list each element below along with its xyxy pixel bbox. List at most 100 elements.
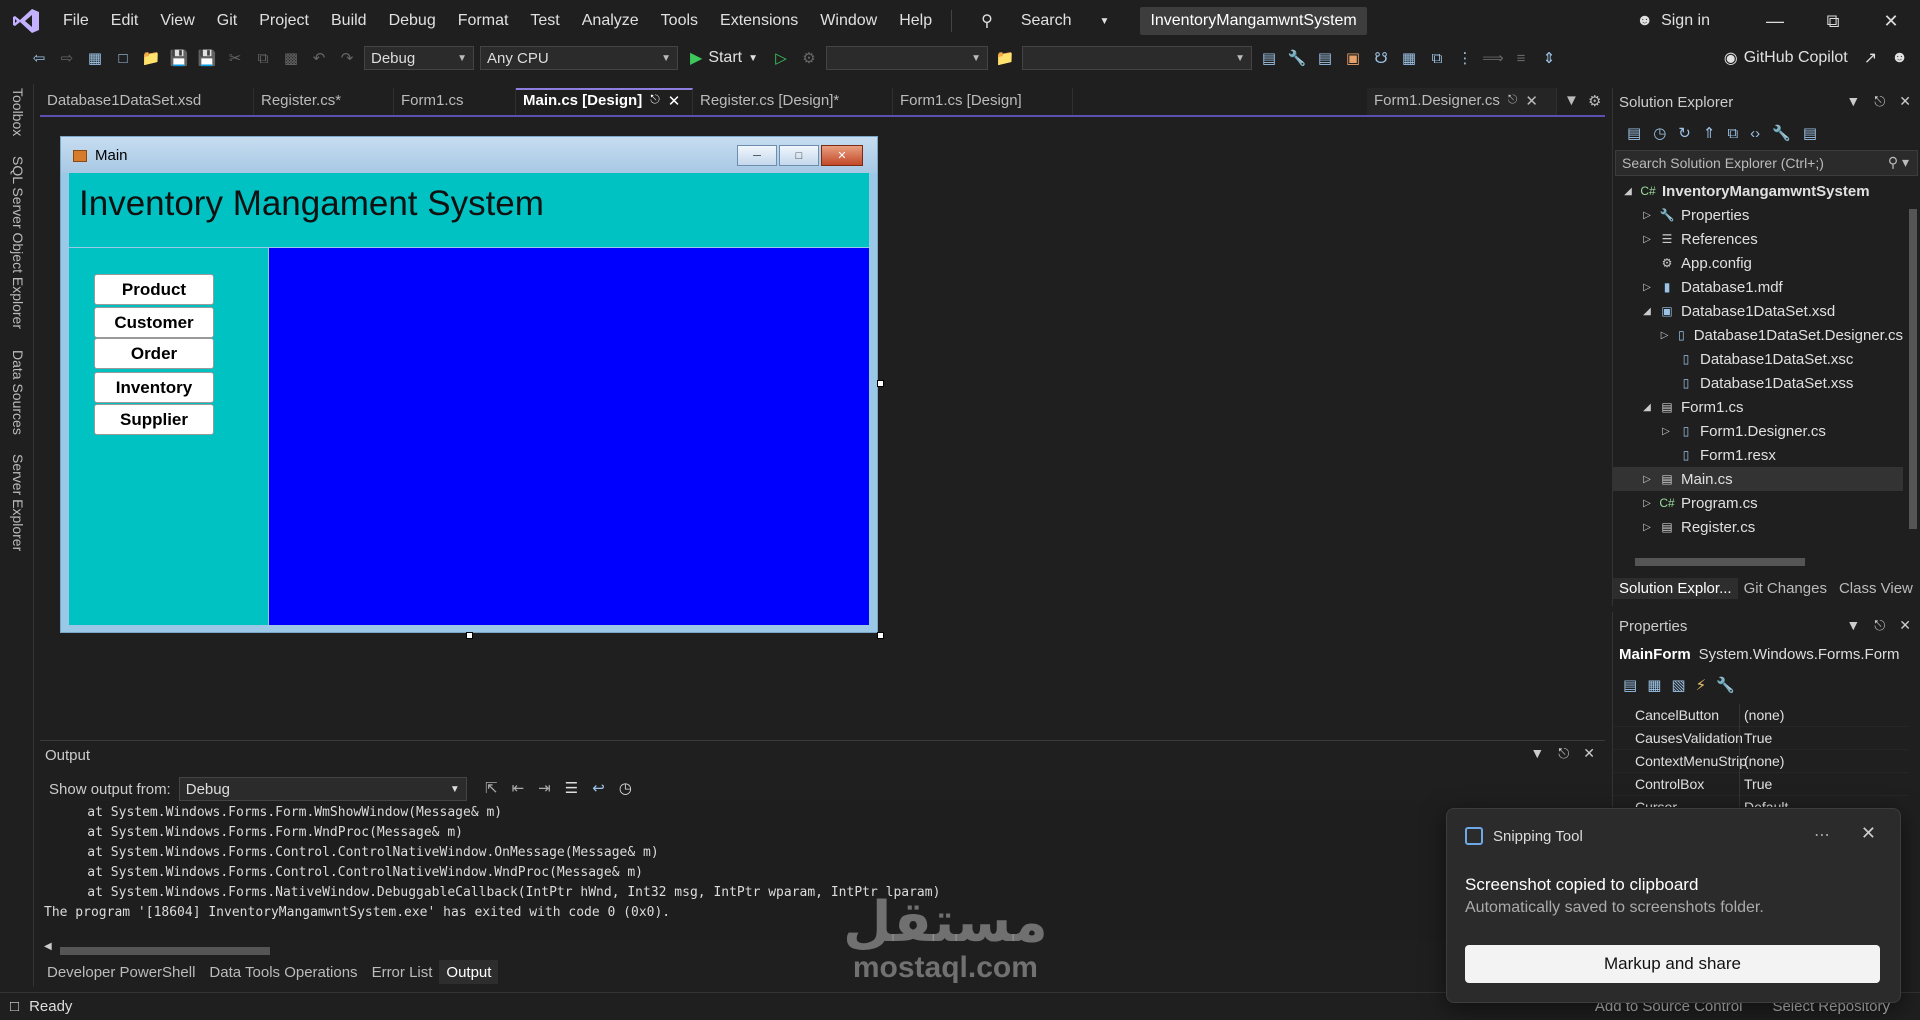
search-button[interactable]: ⚲ Search ▼ <box>960 11 1130 31</box>
collapse-all-icon[interactable]: ⇑ <box>1703 124 1716 142</box>
pin-icon[interactable]: ⎋ <box>1558 745 1569 762</box>
tab-data-tools-operations[interactable]: Data Tools Operations <box>202 960 364 984</box>
align-center-icon[interactable]: ⟹ <box>1482 47 1504 69</box>
refresh-icon[interactable]: ↻ <box>1678 124 1691 142</box>
object-selector[interactable]: MainForm System.Windows.Forms.Form <box>1613 642 1920 668</box>
form-close-button[interactable]: ✕ <box>821 145 863 166</box>
menu-help[interactable]: Help <box>888 12 943 30</box>
start-without-debugging-icon[interactable]: ▷ <box>770 47 792 69</box>
data-sources-tab[interactable]: Data Sources <box>10 350 26 435</box>
property-row[interactable]: CancelButton (none) <box>1613 703 1908 727</box>
resize-handle-bottom[interactable] <box>466 632 473 639</box>
tree-node[interactable]: ▷ ▤ Register.cs <box>1613 515 1903 539</box>
new-project-icon[interactable]: ▦ <box>84 47 106 69</box>
solution-folder-icon[interactable]: 📁 <box>994 47 1016 69</box>
form-header-panel[interactable]: Inventory Mangament System <box>69 173 869 247</box>
expanded-arrow-icon[interactable]: ◢ <box>1640 306 1654 317</box>
view-code-icon[interactable]: ‹› <box>1750 125 1760 142</box>
designed-form-main[interactable]: Main ─ □ ✕ Inventory Mangament System Pr… <box>60 136 878 633</box>
chevron-down-icon[interactable]: ▼ <box>1530 745 1544 762</box>
menu-window[interactable]: Window <box>809 12 888 30</box>
property-row[interactable]: ContextMenuStrip (none) <box>1613 749 1908 773</box>
save-icon[interactable]: 💾 <box>168 47 190 69</box>
forward-icon[interactable]: ⇨ <box>56 47 78 69</box>
tree-node[interactable]: ▷ ☰ References <box>1613 227 1903 251</box>
save-all-icon[interactable]: 💾 <box>196 47 218 69</box>
tree-node[interactable]: ▯ Database1DataSet.xsc <box>1613 347 1903 371</box>
tab-main-cs-design[interactable]: Main.cs [Design] ⎋ ✕ <box>516 88 693 116</box>
properties-icon[interactable]: 🔧 <box>1772 124 1791 142</box>
collapsed-arrow-icon[interactable]: ▷ <box>1640 210 1654 221</box>
tab-form1-cs-design[interactable]: Form1.cs [Design] <box>893 88 1073 116</box>
alphabetical-icon[interactable]: ▦ <box>1647 676 1661 694</box>
close-tab-icon[interactable]: ✕ <box>668 92 681 110</box>
property-value[interactable]: (none) <box>1739 703 1784 727</box>
menu-test[interactable]: Test <box>519 12 570 30</box>
startup-item-select[interactable]: ▼ <box>826 46 989 70</box>
tree-node[interactable]: ▯ Form1.resx <box>1613 443 1903 467</box>
pin-icon[interactable]: ⎋ <box>1874 617 1885 634</box>
expanded-arrow-icon[interactable]: ◢ <box>1621 186 1635 197</box>
output-source-select[interactable]: Debug ▼ <box>178 777 467 801</box>
platform-select[interactable]: Any CPU ▼ <box>480 46 678 70</box>
tree-node[interactable]: ▷ ▯ Database1DataSet.Designer.cs <box>1613 323 1903 347</box>
supplier-button[interactable]: Supplier <box>94 404 214 435</box>
scrollbar-thumb[interactable] <box>60 947 270 955</box>
tree-node[interactable]: ▯ Database1DataSet.xss <box>1613 371 1903 395</box>
property-pages-icon[interactable]: 🔧 <box>1716 676 1735 694</box>
close-icon[interactable]: ✕ <box>1583 745 1595 762</box>
hot-reload-icon[interactable]: ⚙ <box>798 47 820 69</box>
redo-icon[interactable]: ↷ <box>336 47 358 69</box>
menu-debug[interactable]: Debug <box>378 12 447 30</box>
menu-edit[interactable]: Edit <box>100 12 150 30</box>
word-wrap-icon[interactable]: ↩ <box>592 779 605 797</box>
tab-output[interactable]: Output <box>439 960 499 984</box>
customer-button[interactable]: Customer <box>94 307 214 338</box>
form-minimize-button[interactable]: ─ <box>737 145 777 166</box>
events-lightning-icon[interactable]: ⚡ <box>1696 676 1707 694</box>
undo-icon[interactable]: ↶ <box>308 47 330 69</box>
form-nav-panel[interactable]: Product Customer Order Inventory Supplie… <box>69 248 268 625</box>
tab-class-view[interactable]: Class View <box>1833 578 1919 599</box>
toolbox-tab[interactable]: Toolbox <box>10 88 26 136</box>
back-icon[interactable]: ⇦ <box>28 47 50 69</box>
expanded-arrow-icon[interactable]: ◢ <box>1640 402 1654 413</box>
tab-developer-powershell[interactable]: Developer PowerShell <box>40 960 202 984</box>
close-window-button[interactable]: ✕ <box>1862 11 1920 32</box>
property-value[interactable]: True <box>1739 772 1772 796</box>
start-debug-button[interactable]: ▶ Start ▼ <box>684 48 764 68</box>
property-row[interactable]: CausesValidation True <box>1613 726 1908 750</box>
collapsed-arrow-icon[interactable]: ▷ <box>1640 474 1654 485</box>
close-icon[interactable]: ✕ <box>1899 93 1911 110</box>
chevron-down-icon[interactable]: ▼ <box>1846 93 1860 110</box>
form-maximize-button[interactable]: □ <box>779 145 819 166</box>
tab-overflow-icon[interactable]: ▼ <box>1557 88 1581 116</box>
resize-handle-corner[interactable] <box>877 632 884 639</box>
tree-node[interactable]: ▷ C# Program.cs <box>1613 491 1903 515</box>
tab-git-changes[interactable]: Git Changes <box>1738 578 1833 599</box>
clear-all-icon[interactable]: ☰ <box>565 779 578 797</box>
menu-format[interactable]: Format <box>447 12 520 30</box>
bring-front-icon[interactable]: ⧉ <box>1426 47 1448 69</box>
form-content-panel[interactable] <box>269 248 869 625</box>
tree-horizontal-scrollbar[interactable] <box>1621 557 1896 567</box>
spacing-icon[interactable]: ≡ <box>1510 47 1532 69</box>
previous-message-icon[interactable]: ⇤ <box>512 779 525 797</box>
menu-build[interactable]: Build <box>320 12 378 30</box>
tab-form1-designer-cs[interactable]: Form1.Designer.cs ⎋ ✕ <box>1367 88 1557 116</box>
configuration-select[interactable]: Debug ▼ <box>364 46 474 70</box>
tab-solution-explorer[interactable]: Solution Explor... <box>1613 578 1738 599</box>
next-message-icon[interactable]: ⇥ <box>538 779 551 797</box>
paste-icon[interactable]: ▩ <box>280 47 302 69</box>
toolbox-icon[interactable]: ▣ <box>1342 47 1364 69</box>
diagram-icon[interactable]: ☋ <box>1370 47 1392 69</box>
close-tab-icon[interactable]: ✕ <box>1525 92 1538 110</box>
property-value[interactable]: Default <box>1739 795 1788 807</box>
scrollbar-thumb[interactable] <box>1635 558 1805 566</box>
tab-error-list[interactable]: Error List <box>365 960 440 984</box>
inventory-button[interactable]: Inventory <box>94 372 214 403</box>
collapsed-arrow-icon[interactable]: ▷ <box>1659 426 1673 437</box>
preview-icon[interactable]: ▤ <box>1803 124 1817 142</box>
feedback-icon[interactable]: ☻ <box>1891 49 1908 67</box>
tree-node[interactable]: ◢ ▤ Form1.cs <box>1613 395 1903 419</box>
